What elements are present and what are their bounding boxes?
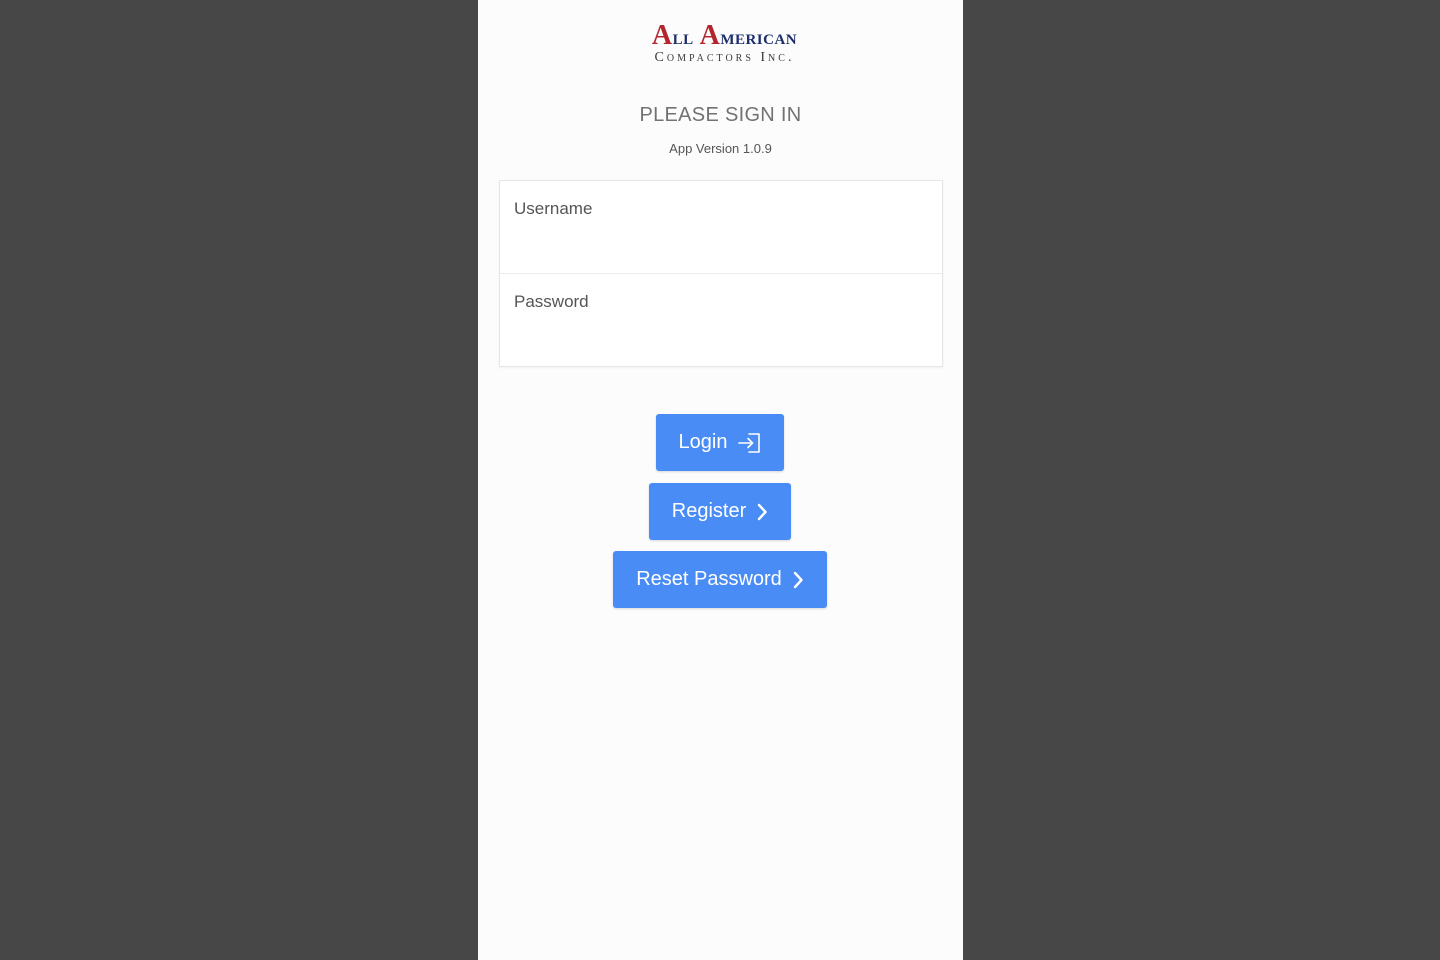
reset-password-button-label: Reset Password	[636, 568, 782, 590]
password-label: Password	[514, 292, 589, 311]
username-label: Username	[514, 199, 593, 218]
login-button[interactable]: Login	[656, 414, 784, 471]
chevron-right-icon	[792, 570, 804, 590]
logo-letter-a2: A	[699, 20, 721, 51]
username-field: Username	[500, 181, 942, 273]
register-button[interactable]: Register	[649, 483, 791, 540]
company-logo: All American Compactors Inc.	[478, 22, 963, 65]
logo-letter-a1: A	[651, 20, 673, 51]
logo-wordmark: All American	[652, 22, 797, 50]
app-screen: All American Compactors Inc. PLEASE SIGN…	[478, 0, 963, 960]
page-title: PLEASE SIGN IN	[639, 104, 802, 126]
password-input[interactable]	[514, 322, 928, 354]
login-form: Username Password	[499, 180, 943, 367]
logo-subtitle: Compactors Inc.	[654, 50, 795, 65]
reset-password-button[interactable]: Reset Password	[613, 551, 827, 608]
logo-word-all: ll	[672, 24, 694, 49]
chevron-right-icon	[756, 502, 768, 522]
username-input[interactable]	[514, 229, 928, 261]
register-button-label: Register	[671, 500, 747, 522]
login-icon	[737, 432, 761, 454]
password-field: Password	[500, 273, 942, 365]
app-version: App Version 1.0.9	[669, 141, 772, 156]
login-button-label: Login	[678, 431, 728, 453]
logo-word-american: merican	[720, 24, 798, 49]
